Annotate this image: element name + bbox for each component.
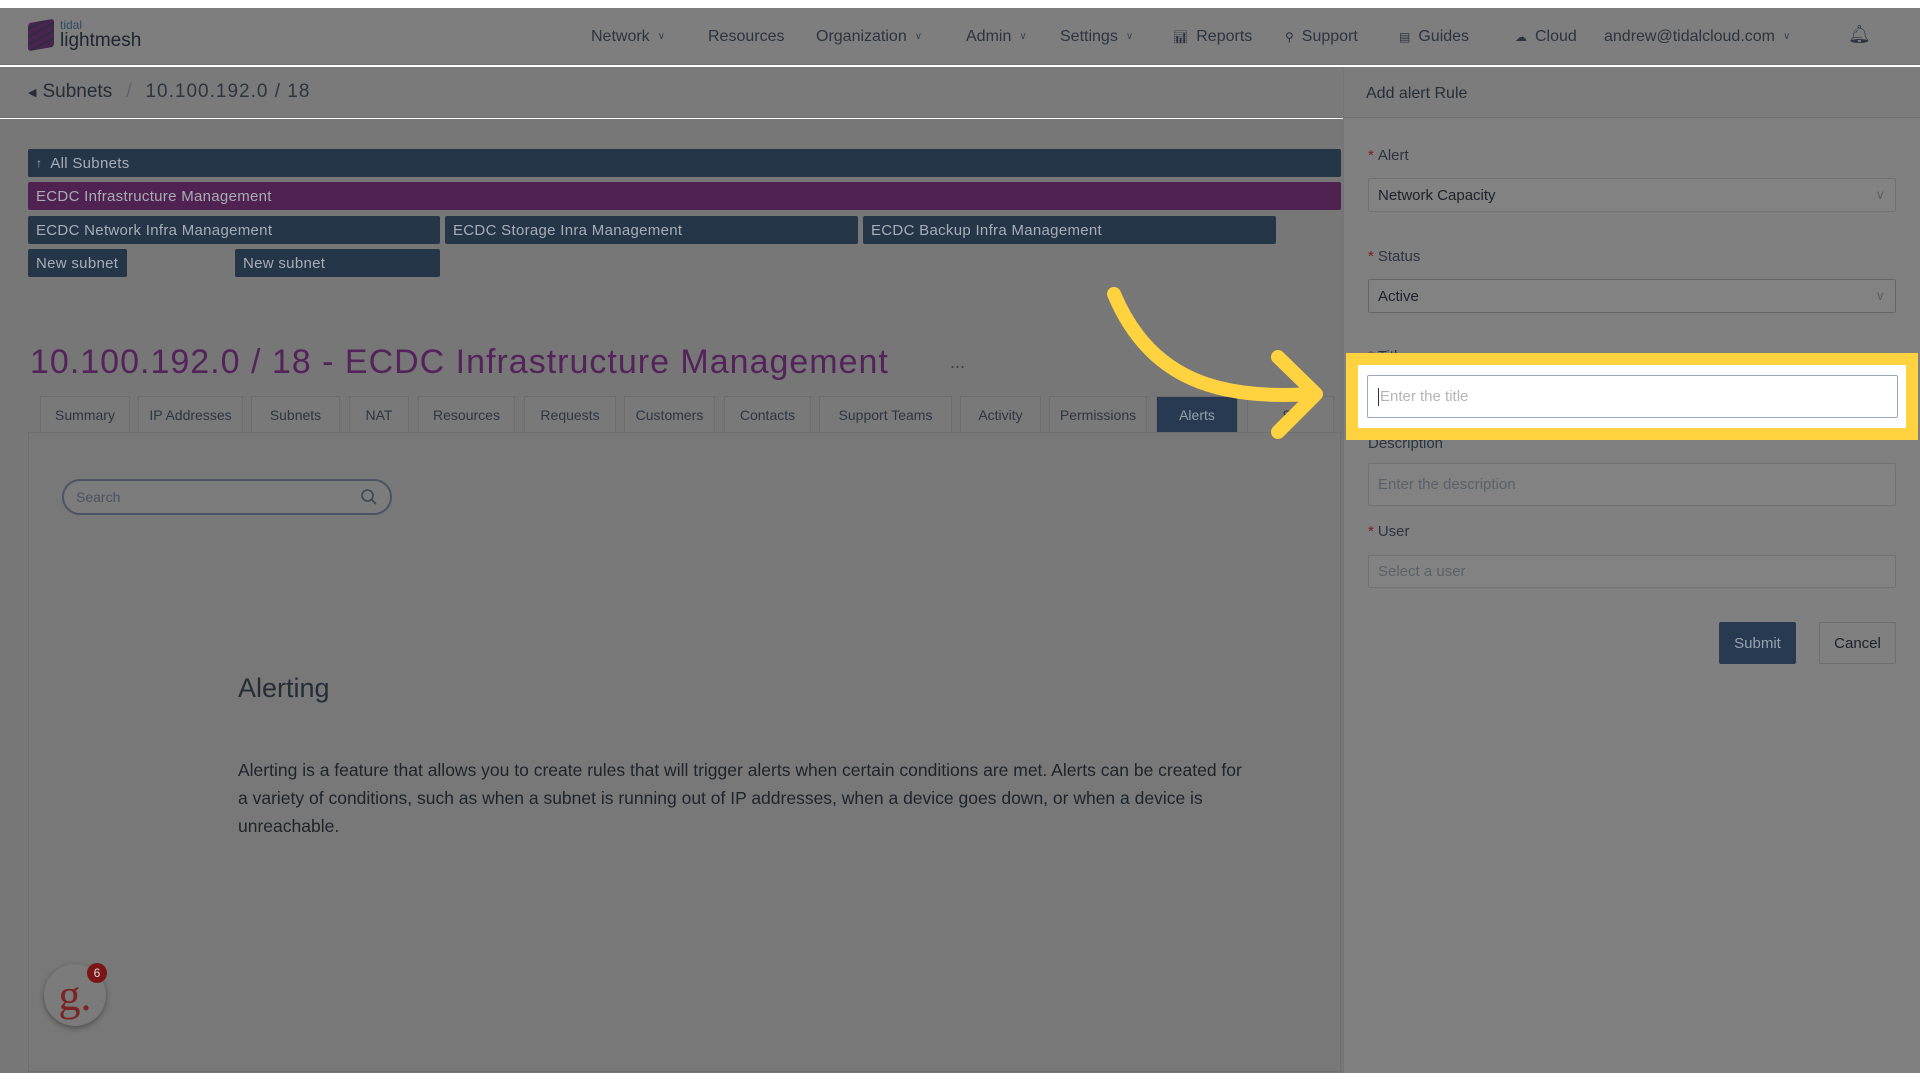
- nav-label: Admin: [966, 27, 1012, 45]
- tab-alerts[interactable]: Alerts: [1156, 396, 1238, 432]
- user-select[interactable]: Select a user: [1368, 555, 1896, 588]
- chevron-down-icon: ∨: [1875, 187, 1885, 202]
- cloud-icon: ☁︎: [1515, 29, 1527, 44]
- breadcrumb-current: 10.100.192.0 / 18: [145, 81, 311, 102]
- chart-icon: 📊︎: [1173, 29, 1189, 44]
- nav-label: Cloud: [1535, 27, 1577, 45]
- tab-activity[interactable]: Activity: [960, 396, 1041, 432]
- panel-title: Add alert Rule: [1344, 67, 1920, 118]
- status-select[interactable]: Active ∨: [1368, 279, 1896, 313]
- status-label: * Status: [1368, 248, 1421, 265]
- alerting-heading: Alerting: [238, 673, 330, 703]
- nav-admin[interactable]: Admin ∨: [966, 8, 1027, 65]
- nav-reports[interactable]: 📊︎ Reports: [1173, 8, 1252, 65]
- breadcrumb-separator: /: [126, 81, 132, 102]
- nav-label: Support: [1301, 27, 1358, 45]
- tab-support-teams[interactable]: Support Teams: [819, 396, 952, 432]
- page-title: 10.100.192.0 / 18 - ECDC Infrastructure …: [30, 343, 889, 381]
- nav-label: Settings: [1060, 27, 1118, 45]
- title-input[interactable]: Enter the title: [1367, 375, 1898, 418]
- tab-summary[interactable]: Summary: [40, 396, 130, 432]
- alerts-content: [28, 432, 1341, 1072]
- search-icon[interactable]: [360, 488, 378, 506]
- logo-name: lightmesh: [60, 30, 142, 51]
- child-subnet[interactable]: ECDC Storage Inra Management: [445, 216, 858, 244]
- current-subnet-bar[interactable]: ECDC Infrastructure Management: [28, 182, 1341, 210]
- chevron-down-icon: ∨: [1019, 31, 1027, 42]
- text-cursor: [1378, 387, 1379, 406]
- chevron-left-icon: ◀: [28, 86, 37, 99]
- nav-settings[interactable]: Settings ∨: [1060, 8, 1133, 65]
- cancel-button[interactable]: Cancel: [1819, 622, 1896, 664]
- alert-label: * Alert: [1368, 147, 1409, 164]
- tab-subnets[interactable]: Subnets: [251, 396, 340, 432]
- new-subnet-button[interactable]: New subnet: [235, 249, 440, 277]
- tab-resources[interactable]: Resources: [418, 396, 515, 432]
- nav-resources[interactable]: Resources: [708, 8, 784, 65]
- book-icon: ▤: [1399, 29, 1411, 44]
- nav-label: Organization: [816, 27, 907, 45]
- search-placeholder: Search: [76, 489, 121, 505]
- search-input[interactable]: Search: [62, 479, 392, 515]
- description-input[interactable]: Enter the description: [1368, 463, 1896, 506]
- child-subnet[interactable]: ECDC Network Infra Management: [28, 216, 440, 244]
- new-subnet-button[interactable]: New subnet: [28, 249, 127, 277]
- tab-contacts[interactable]: Contacts: [724, 396, 811, 432]
- logo[interactable]: tidal lightmesh: [28, 18, 142, 52]
- add-alert-rule-panel: Add alert Rule * Alert Network Capacity ∨ …: [1343, 67, 1920, 1073]
- tab-sc[interactable]: Sc: [1247, 396, 1334, 432]
- title-placeholder: Enter the title: [1380, 388, 1469, 405]
- alerting-description: Alerting is a feature that allows you to…: [238, 760, 1242, 836]
- chevron-down-icon: ∨: [1783, 31, 1791, 42]
- nav-network[interactable]: Network ∨: [591, 8, 665, 65]
- child-subnet[interactable]: ECDC Backup Infra Management: [863, 216, 1276, 244]
- nav-label: Guides: [1418, 27, 1470, 45]
- all-subnets-bar[interactable]: ↑ All Subnets: [28, 149, 1341, 177]
- all-subnets-label: All Subnets: [50, 154, 130, 172]
- chevron-down-icon: ∨: [657, 31, 666, 42]
- nav-organization[interactable]: Organization ∨: [816, 8, 922, 65]
- nav-guides[interactable]: ▤ Guides: [1399, 8, 1469, 65]
- wrench-icon: ⚲: [1285, 29, 1294, 44]
- nav-label: andrew@tidalcloud.com: [1604, 27, 1775, 45]
- logo-icon: [28, 18, 54, 52]
- chevron-down-icon: ∨: [1875, 288, 1885, 303]
- breadcrumb-subnets[interactable]: Subnets: [42, 81, 112, 103]
- chevron-down-icon: ∨: [914, 31, 923, 42]
- nav-label: Resources: [708, 27, 785, 45]
- arrow-up-icon: ↑: [36, 156, 43, 170]
- more-options-button[interactable]: ...: [950, 352, 965, 373]
- nav-label: Network: [591, 27, 650, 45]
- highlight-box: Enter the title: [1346, 353, 1918, 440]
- nav-label: Reports: [1196, 27, 1253, 45]
- alert-select[interactable]: Network Capacity ∨: [1368, 178, 1896, 212]
- breadcrumb: ◀ Subnets / 10.100.192.0 / 18: [0, 67, 1343, 118]
- tab-nat[interactable]: NAT: [349, 396, 409, 432]
- submit-button[interactable]: Submit: [1719, 622, 1796, 664]
- top-nav: tidal lightmesh Network ∨ Resources Organiza…: [0, 8, 1920, 65]
- tab-ip-addresses[interactable]: IP Addresses: [138, 396, 243, 432]
- tab-customers[interactable]: Customers: [624, 396, 715, 432]
- tab-permissions[interactable]: Permissions: [1049, 396, 1147, 432]
- notification-count: 6: [87, 963, 107, 983]
- chevron-down-icon: ∨: [1125, 31, 1134, 42]
- nav-cloud[interactable]: ☁︎ Cloud: [1515, 8, 1577, 65]
- nav-andrew-tidalcloud-com[interactable]: andrew@tidalcloud.com ∨: [1604, 8, 1790, 65]
- tab-requests[interactable]: Requests: [524, 396, 616, 432]
- bell-icon[interactable]: 🔔︎: [1848, 24, 1871, 45]
- user-label: * User: [1368, 523, 1410, 540]
- nav-support[interactable]: ⚲ Support: [1285, 8, 1358, 65]
